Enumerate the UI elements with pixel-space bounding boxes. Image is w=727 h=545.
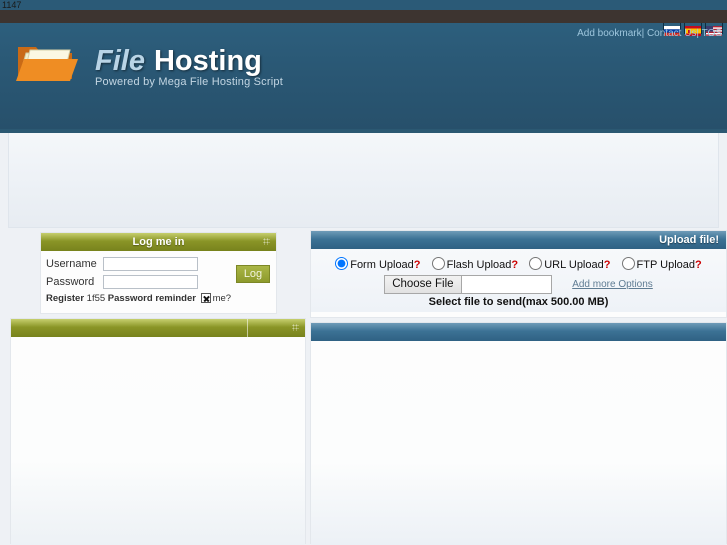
brand-word-file: File — [95, 45, 145, 77]
site-logo[interactable] — [12, 33, 82, 93]
top-brown-strip — [0, 10, 727, 23]
username-label: Username — [46, 258, 97, 270]
upload-panel: Upload file! Form Upload? Flash Upload? … — [310, 230, 727, 318]
sidebar-secondary-panel — [10, 318, 306, 545]
upload-radio-flash[interactable] — [431, 257, 445, 270]
right-secondary-panel-title — [311, 323, 726, 341]
upload-option-ftp[interactable]: FTP Upload? — [621, 257, 702, 271]
upload-option-url-label: URL Upload — [544, 259, 604, 271]
panel-title-segment — [247, 319, 305, 337]
file-name-value — [462, 276, 552, 293]
remember-me-checkbox[interactable] — [200, 293, 211, 303]
login-form: Username Password Log Register 1f55 Pass… — [41, 251, 276, 308]
username-input[interactable] — [103, 257, 198, 271]
upload-option-form-label: Form Upload — [350, 259, 414, 271]
password-reminder-link[interactable]: Password reminder — [108, 293, 196, 304]
sidebar-secondary-panel-title — [11, 319, 305, 337]
upload-option-ftp-label: FTP Upload — [636, 259, 696, 271]
login-submit-button[interactable]: Log — [236, 265, 270, 283]
upload-panel-title: Upload file! — [311, 231, 726, 249]
upload-radio-form[interactable] — [335, 257, 349, 270]
upload-panel-title-text: Upload file! — [659, 234, 719, 246]
help-icon-form[interactable]: ? — [414, 259, 421, 271]
register-link[interactable]: Register — [46, 293, 84, 304]
upload-option-flash[interactable]: Flash Upload? — [431, 257, 518, 271]
status-strip-text: 1147 — [2, 0, 22, 10]
panel-grip-icon — [263, 238, 270, 245]
login-panel-title: Log me in — [41, 233, 276, 251]
help-icon-flash[interactable]: ? — [511, 259, 518, 271]
sidebar-secondary-panel-body — [11, 337, 305, 545]
file-picker-row: Choose File Add more Options — [311, 275, 726, 294]
choose-file-button[interactable]: Choose File — [385, 276, 462, 293]
help-icon-url[interactable]: ? — [604, 259, 611, 271]
upload-option-flash-label: Flash Upload — [446, 259, 512, 271]
upload-option-url[interactable]: URL Upload? — [529, 257, 611, 271]
upload-form: Form Upload? Flash Upload? URL Upload? F… — [311, 249, 726, 312]
site-header: Home Add bookmark| Contact Us| TOS — [0, 23, 727, 129]
folder-icon — [16, 47, 78, 81]
remember-me-label: me? — [212, 293, 232, 304]
brand-tagline: Powered by Mega File Hosting Script — [95, 76, 283, 88]
login-footer-links: Register 1f55 Password reminder me? — [46, 293, 269, 304]
upload-option-form[interactable]: Form Upload? — [335, 257, 421, 271]
login-panel-title-text: Log me in — [132, 236, 185, 248]
upload-radio-url[interactable] — [529, 257, 543, 270]
password-label: Password — [46, 276, 95, 288]
header-utility-links: Home Add bookmark| Contact Us| TOS — [577, 28, 722, 39]
brand-word-hosting: Hosting — [153, 45, 262, 77]
brand-block: File Hosting Powered by Mega File Hosting… — [95, 45, 283, 88]
hero-banner-area — [8, 133, 719, 228]
login-panel: Log me in Username Password Log Register… — [40, 232, 277, 314]
page-root: 1147 Add bookmark| Contact Us| TOS File … — [0, 0, 727, 545]
password-input[interactable] — [103, 275, 198, 289]
upload-method-radio-group: Form Upload? Flash Upload? URL Upload? F… — [311, 257, 726, 271]
utility-links-text[interactable]: Add bookmark| Contact Us| TOS — [577, 28, 722, 39]
file-size-note: Select file to send(max 500.00 MB) — [428, 296, 609, 308]
right-secondary-panel-body — [311, 341, 726, 545]
file-input[interactable]: Choose File — [384, 275, 553, 294]
upload-radio-ftp[interactable] — [621, 257, 635, 270]
right-secondary-panel — [310, 322, 727, 545]
help-icon-ftp[interactable]: ? — [695, 259, 702, 271]
add-more-options-link[interactable]: Add more Options — [572, 279, 653, 290]
login-code-text: 1f55 — [86, 293, 106, 304]
browser-status-strip: 1147 — [0, 0, 727, 10]
